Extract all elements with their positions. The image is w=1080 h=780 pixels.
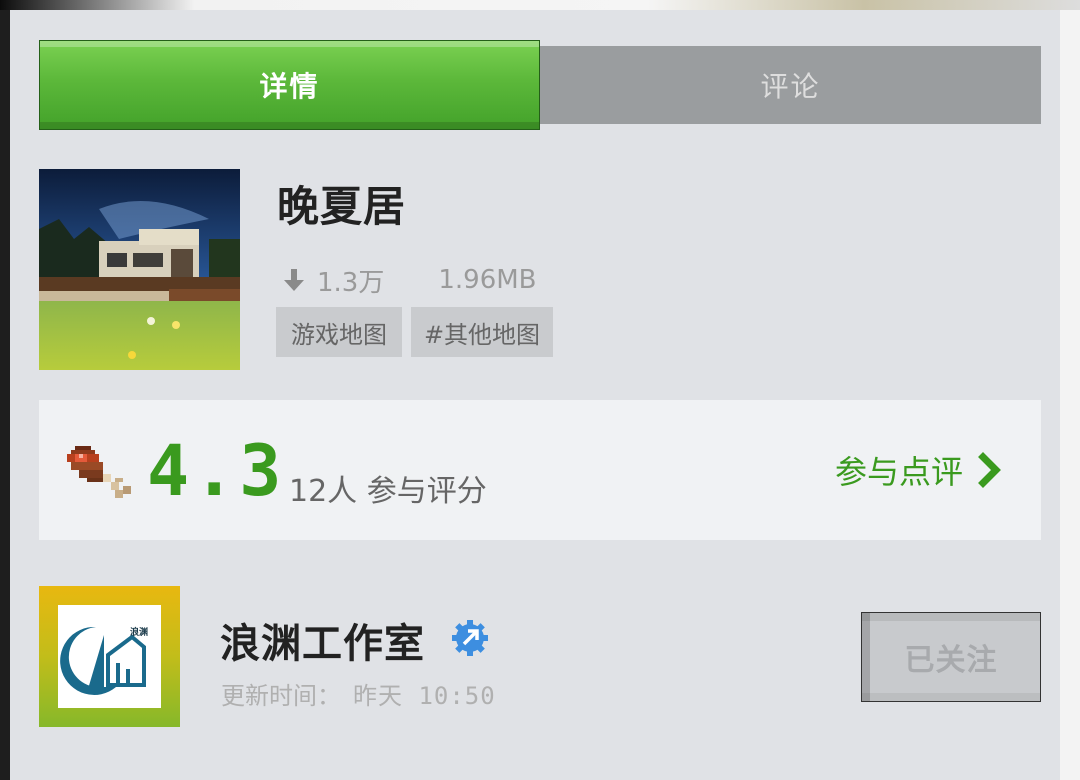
map-title: 晚夏居 — [277, 182, 407, 231]
follow-button-label: 已关注 — [904, 643, 998, 678]
author-logo: 浪渊 — [58, 605, 161, 708]
rating-count: 12人 参与评分 — [289, 474, 487, 509]
review-button[interactable]: 参与点评 — [835, 448, 1003, 492]
download-count: 1.3万 — [317, 267, 385, 298]
author-avatar[interactable]: 浪渊 — [39, 586, 180, 727]
tab-comments[interactable]: 评论 — [540, 46, 1041, 124]
review-button-label: 参与点评 — [834, 453, 963, 491]
rating-box: 4.3 12人 参与评分 参与点评 — [39, 400, 1041, 540]
tab-comments-label: 评论 — [760, 70, 821, 103]
update-label: 更新时间： — [221, 682, 341, 710]
map-stats: 1.3万 1.96MB — [283, 262, 537, 298]
tab-details[interactable]: 详情 — [39, 40, 540, 130]
meat-icon — [67, 446, 131, 498]
download-icon — [284, 269, 304, 291]
file-size: 1.96MB — [438, 265, 537, 295]
verified-badge-icon — [452, 620, 488, 656]
right-edge — [1060, 10, 1080, 780]
tab-details-label: 详情 — [259, 70, 320, 103]
tag-game-map[interactable]: 游戏地图 — [276, 307, 402, 357]
top-strip — [0, 0, 1080, 10]
update-info: 更新时间： 昨天 10:50 — [221, 676, 496, 711]
studio-logo-icon: 浪渊 — [60, 626, 148, 695]
update-time: 昨天 10:50 — [353, 682, 496, 710]
rating-score: 4.3 — [147, 430, 286, 512]
follow-button[interactable]: 已关注 — [861, 612, 1041, 702]
chevron-right-icon — [978, 452, 1001, 488]
author-name[interactable]: 浪渊工作室 — [220, 611, 425, 669]
logo-text: 浪渊 — [130, 626, 148, 638]
map-thumbnail-image — [39, 169, 240, 370]
map-thumbnail[interactable] — [39, 169, 240, 370]
tag-other-map[interactable]: #其他地图 — [411, 307, 553, 357]
